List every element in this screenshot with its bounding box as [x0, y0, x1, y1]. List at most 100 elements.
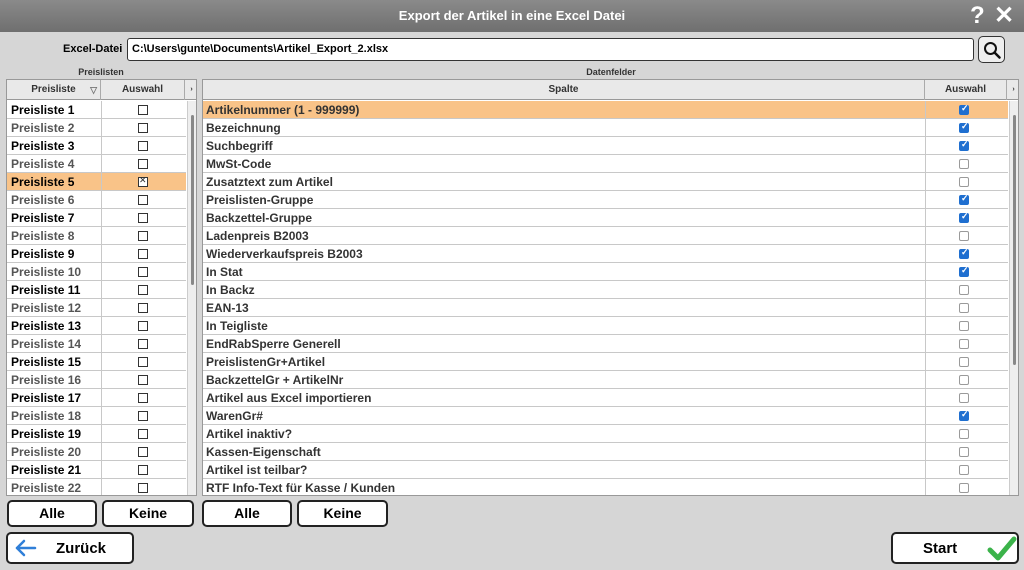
back-button[interactable]: Zurück — [6, 532, 134, 564]
data-field-row[interactable]: WarenGr# — [203, 407, 1008, 425]
price-list-row[interactable]: Preisliste 18 — [7, 407, 186, 425]
price-list-row[interactable]: Preisliste 6 — [7, 191, 186, 209]
select-none-data-fields-button[interactable]: Keine — [297, 500, 388, 527]
data-field-checkbox[interactable] — [959, 483, 969, 493]
excel-file-input[interactable]: C:\Users\gunte\Documents\Artikel_Export_… — [127, 38, 974, 61]
filter-icon[interactable]: ▽ — [90, 80, 97, 100]
price-list-row[interactable]: Preisliste 2 — [7, 119, 186, 137]
price-list-checkbox[interactable] — [138, 159, 148, 169]
data-field-row[interactable]: MwSt-Code — [203, 155, 1008, 173]
data-field-row[interactable]: EAN-13 — [203, 299, 1008, 317]
data-field-row[interactable]: In Teigliste — [203, 317, 1008, 335]
browse-file-button[interactable] — [978, 36, 1005, 63]
price-list-checkbox[interactable] — [138, 483, 148, 493]
data-field-checkbox[interactable] — [959, 159, 969, 169]
data-field-row[interactable]: In Stat — [203, 263, 1008, 281]
data-field-checkbox[interactable] — [959, 447, 969, 457]
data-field-checkbox[interactable] — [959, 321, 969, 331]
price-list-checkbox[interactable] — [138, 429, 148, 439]
data-field-checkbox[interactable] — [959, 303, 969, 313]
data-field-checkbox[interactable] — [959, 139, 969, 151]
price-list-row[interactable]: Preisliste 5 — [7, 173, 186, 191]
price-list-checkbox[interactable] — [138, 141, 148, 151]
price-list-row[interactable]: Preisliste 21 — [7, 461, 186, 479]
start-button[interactable]: Start — [891, 532, 1019, 564]
price-list-row[interactable]: Preisliste 13 — [7, 317, 186, 335]
data-field-checkbox[interactable] — [959, 193, 969, 205]
data-field-checkbox[interactable] — [959, 357, 969, 367]
price-list-row[interactable]: Preisliste 12 — [7, 299, 186, 317]
data-field-checkbox[interactable] — [959, 121, 969, 133]
data-field-row[interactable]: Artikel ist teilbar? — [203, 461, 1008, 479]
price-list-row[interactable]: Preisliste 14 — [7, 335, 186, 353]
price-list-checkbox[interactable] — [138, 465, 148, 475]
select-none-price-lists-button[interactable]: Keine — [102, 500, 194, 527]
data-field-checkbox[interactable] — [959, 211, 969, 223]
column-header-spalte[interactable]: Spalte — [203, 80, 925, 100]
column-header-auswahl[interactable]: Auswahl — [925, 80, 1007, 100]
price-list-checkbox[interactable] — [138, 303, 148, 313]
price-list-row[interactable]: Preisliste 9 — [7, 245, 186, 263]
column-scroll-right-icon[interactable]: › — [185, 80, 196, 100]
price-list-checkbox[interactable] — [138, 393, 148, 403]
data-fields-scrollbar[interactable] — [1009, 101, 1018, 495]
data-field-row[interactable]: PreislistenGr+Artikel — [203, 353, 1008, 371]
data-field-checkbox[interactable] — [959, 247, 969, 259]
price-list-row[interactable]: Preisliste 1 — [7, 101, 186, 119]
price-list-row[interactable]: Preisliste 20 — [7, 443, 186, 461]
data-field-checkbox[interactable] — [959, 103, 969, 115]
column-header-auswahl[interactable]: Auswahl — [101, 80, 185, 100]
price-list-checkbox[interactable] — [138, 285, 148, 295]
price-list-checkbox[interactable] — [138, 339, 148, 349]
price-list-row[interactable]: Preisliste 17 — [7, 389, 186, 407]
data-field-row[interactable]: BackzettelGr + ArtikelNr — [203, 371, 1008, 389]
price-list-checkbox[interactable] — [138, 411, 148, 421]
data-field-checkbox[interactable] — [959, 177, 969, 187]
price-list-checkbox[interactable] — [138, 357, 148, 367]
data-field-row[interactable]: RTF Info-Text für Kasse / Kunden — [203, 479, 1008, 495]
column-header-preisliste[interactable]: Preisliste ▽ — [7, 80, 101, 100]
data-field-checkbox[interactable] — [959, 265, 969, 277]
column-scroll-right-icon[interactable]: › — [1007, 80, 1018, 100]
data-field-checkbox[interactable] — [959, 375, 969, 385]
data-field-row[interactable]: Wiederverkaufspreis B2003 — [203, 245, 1008, 263]
price-list-row[interactable]: Preisliste 15 — [7, 353, 186, 371]
price-list-checkbox[interactable] — [138, 321, 148, 331]
price-list-row[interactable]: Preisliste 7 — [7, 209, 186, 227]
data-field-row[interactable]: Artikel inaktiv? — [203, 425, 1008, 443]
data-field-checkbox[interactable] — [959, 285, 969, 295]
data-field-row[interactable]: Backzettel-Gruppe — [203, 209, 1008, 227]
data-field-row[interactable]: Kassen-Eigenschaft — [203, 443, 1008, 461]
price-list-row[interactable]: Preisliste 11 — [7, 281, 186, 299]
price-list-checkbox[interactable] — [138, 175, 148, 187]
price-list-checkbox[interactable] — [138, 249, 148, 259]
data-field-checkbox[interactable] — [959, 393, 969, 403]
price-lists-scrollbar[interactable] — [187, 101, 196, 495]
price-list-checkbox[interactable] — [138, 213, 148, 223]
data-field-row[interactable]: In Backz — [203, 281, 1008, 299]
price-list-row[interactable]: Preisliste 4 — [7, 155, 186, 173]
price-list-row[interactable]: Preisliste 22 — [7, 479, 186, 495]
price-list-checkbox[interactable] — [138, 195, 148, 205]
price-list-row[interactable]: Preisliste 19 — [7, 425, 186, 443]
data-field-row[interactable]: Bezeichnung — [203, 119, 1008, 137]
price-list-checkbox[interactable] — [138, 447, 148, 457]
price-list-row[interactable]: Preisliste 8 — [7, 227, 186, 245]
price-list-row[interactable]: Preisliste 10 — [7, 263, 186, 281]
data-field-checkbox[interactable] — [959, 465, 969, 475]
data-field-row[interactable]: Artikelnummer (1 - 999999) — [203, 101, 1008, 119]
help-icon[interactable]: ? — [970, 2, 985, 30]
price-list-checkbox[interactable] — [138, 231, 148, 241]
price-list-row[interactable]: Preisliste 3 — [7, 137, 186, 155]
data-field-checkbox[interactable] — [959, 339, 969, 349]
select-all-price-lists-button[interactable]: Alle — [7, 500, 97, 527]
data-field-row[interactable]: Suchbegriff — [203, 137, 1008, 155]
select-all-data-fields-button[interactable]: Alle — [202, 500, 292, 527]
data-field-checkbox[interactable] — [959, 231, 969, 241]
data-field-row[interactable]: Artikel aus Excel importieren — [203, 389, 1008, 407]
price-list-checkbox[interactable] — [138, 375, 148, 385]
data-field-checkbox[interactable] — [959, 409, 969, 421]
data-field-row[interactable]: Zusatztext zum Artikel — [203, 173, 1008, 191]
close-icon[interactable]: ✕ — [994, 2, 1014, 30]
data-field-row[interactable]: Preislisten-Gruppe — [203, 191, 1008, 209]
